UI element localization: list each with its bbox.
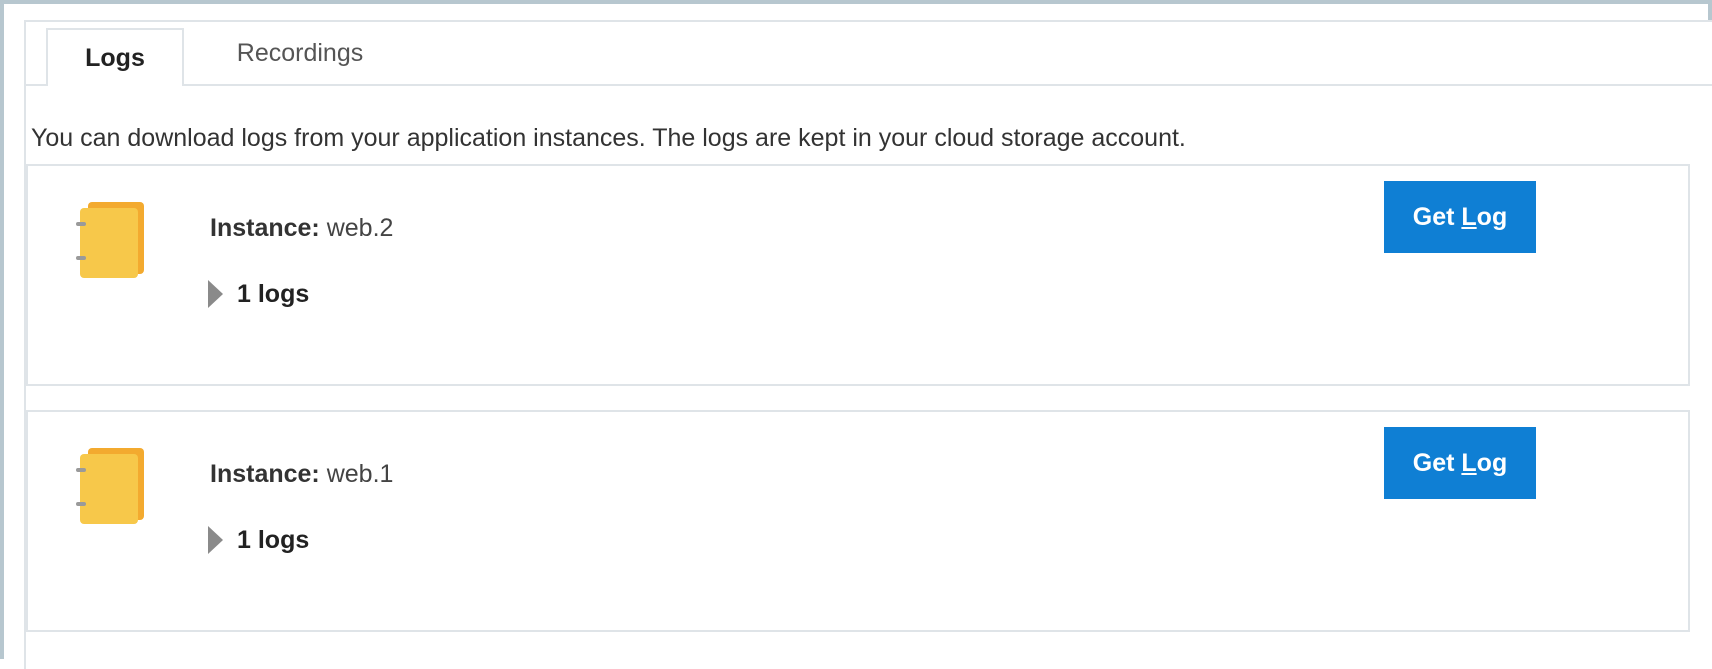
get-log-label-post: og xyxy=(1476,202,1508,231)
get-log-label-pre: Get xyxy=(1412,448,1462,477)
instance-card: Instance: web.2 1 logs Get Log xyxy=(26,164,1690,386)
notebook-icon xyxy=(76,448,144,524)
logs-count: 1 logs xyxy=(237,525,310,554)
logs-expander[interactable]: 1 logs xyxy=(208,520,309,560)
content-panel: Logs Recordings You can download logs fr… xyxy=(24,20,1712,669)
notebook-icon xyxy=(76,202,144,278)
instance-title: Instance: web.2 xyxy=(210,214,393,243)
get-log-button[interactable]: Get Log xyxy=(1384,181,1536,253)
instance-title: Instance: web.1 xyxy=(210,460,393,489)
tab-bar: Logs Recordings xyxy=(26,22,1712,86)
triangle-right-icon xyxy=(208,526,223,554)
window-frame: Logs Recordings You can download logs fr… xyxy=(0,0,1712,669)
get-log-button[interactable]: Get Log xyxy=(1384,427,1536,499)
get-log-accesskey: L xyxy=(1461,448,1477,477)
get-log-label-post: og xyxy=(1476,448,1508,477)
get-log-label-pre: Get xyxy=(1412,202,1462,231)
get-log-accesskey: L xyxy=(1461,202,1477,231)
instance-name: web.1 xyxy=(326,460,394,488)
page-description: You can download logs from your applicat… xyxy=(31,124,1186,152)
instance-name: web.2 xyxy=(326,214,394,242)
tab-logs[interactable]: Logs xyxy=(46,28,184,86)
triangle-right-icon xyxy=(208,280,223,308)
instance-label: Instance: xyxy=(210,214,320,242)
instance-card: Instance: web.1 1 logs Get Log xyxy=(26,410,1690,632)
instance-label: Instance: xyxy=(210,460,320,488)
logs-count: 1 logs xyxy=(237,279,310,308)
logs-expander[interactable]: 1 logs xyxy=(208,274,309,314)
tab-recordings[interactable]: Recordings xyxy=(202,28,398,84)
